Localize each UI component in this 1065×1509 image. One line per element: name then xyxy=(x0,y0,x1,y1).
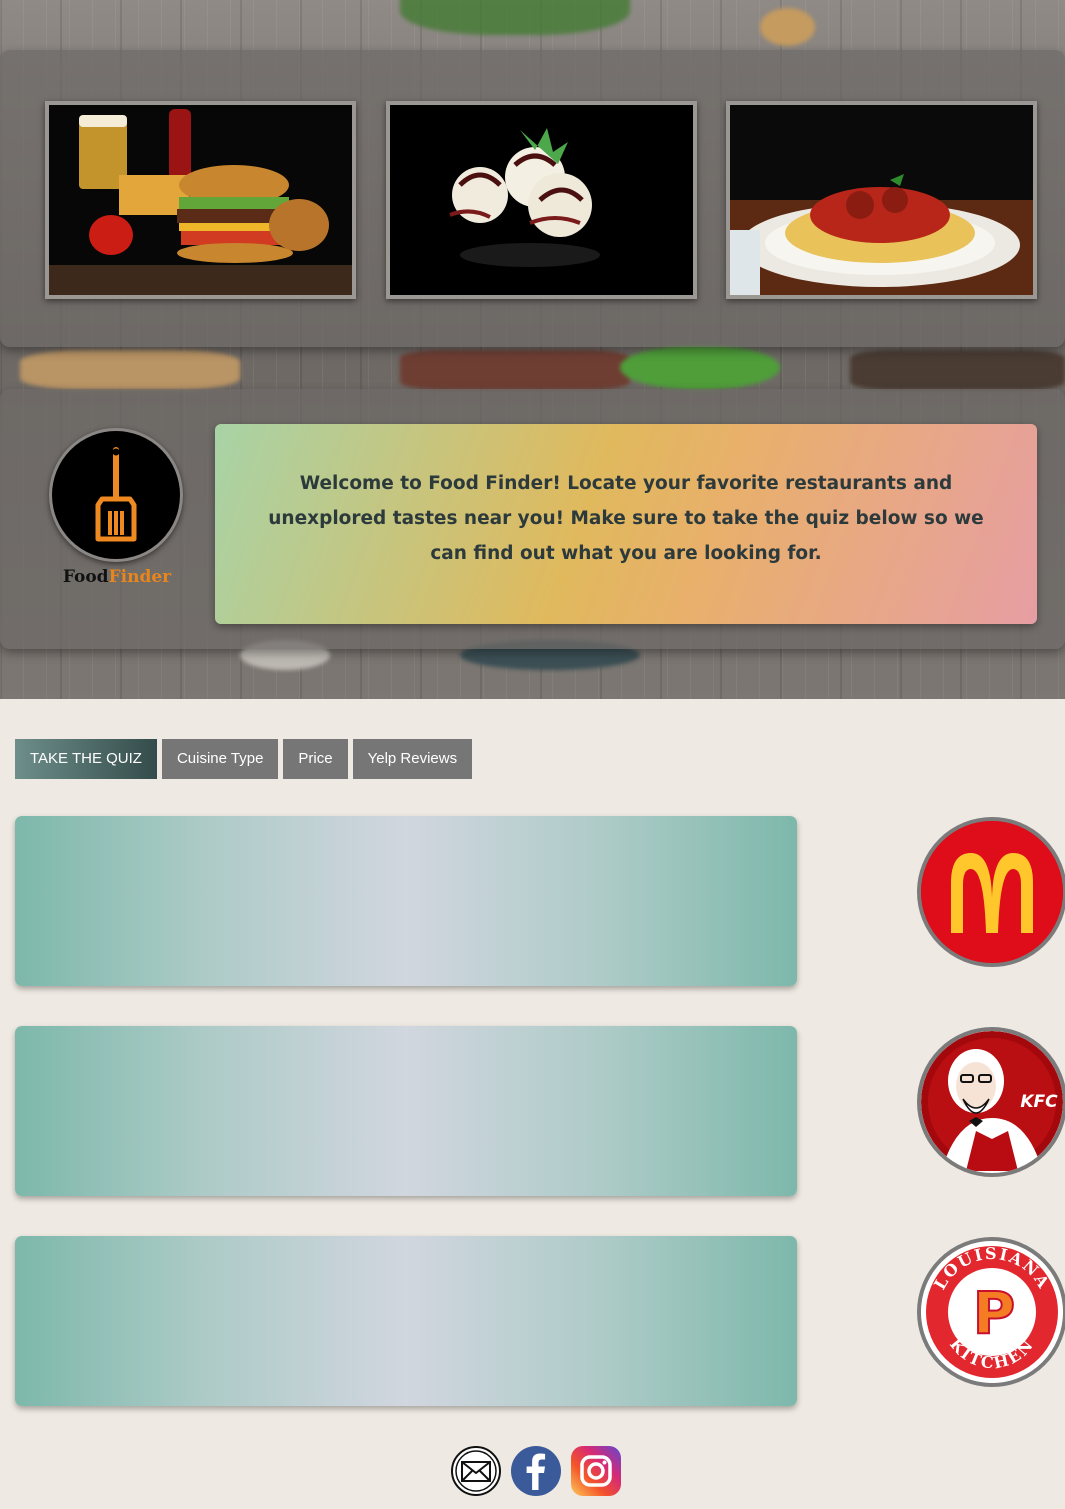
tab-yelp-reviews[interactable]: Yelp Reviews xyxy=(352,739,473,779)
burger-photo xyxy=(45,101,356,299)
kfc-logo[interactable]: KFC xyxy=(917,1027,1065,1177)
facebook-icon[interactable] xyxy=(511,1446,561,1496)
tab-cuisine-type[interactable]: Cuisine Type xyxy=(161,739,279,779)
background-food-blur xyxy=(620,345,780,390)
welcome-message: Welcome to Food Finder! Locate your favo… xyxy=(215,424,1037,624)
mcdonalds-logo[interactable] xyxy=(917,817,1065,967)
ice-cream-photo xyxy=(386,101,697,299)
brand-name: FoodFinder xyxy=(49,567,185,587)
result-card[interactable] xyxy=(15,1026,797,1196)
food-finder-logo[interactable] xyxy=(49,428,183,562)
herb-garnish xyxy=(400,0,630,35)
background-food-blur xyxy=(850,350,1065,390)
mail-icon[interactable] xyxy=(451,1446,501,1496)
instagram-icon[interactable] xyxy=(571,1446,621,1496)
result-card[interactable] xyxy=(15,1236,797,1406)
popeyes-logo[interactable]: LOUISIANA KITCHEN P xyxy=(917,1237,1065,1387)
popeyes-letter: P xyxy=(973,1279,1016,1347)
background-food-blur xyxy=(400,350,630,390)
result-card[interactable] xyxy=(15,816,797,986)
filter-tabs: TAKE THE QUIZ Cuisine Type Price Yelp Re… xyxy=(15,739,473,779)
tab-price[interactable]: Price xyxy=(283,739,348,779)
background-food-blur xyxy=(20,350,240,390)
kfc-text: KFC xyxy=(1020,1092,1058,1112)
cashew-decoration xyxy=(760,8,815,46)
brand-word-food: Food xyxy=(62,567,109,587)
tab-take-the-quiz[interactable]: TAKE THE QUIZ xyxy=(15,739,157,779)
brand-word-finder: Finder xyxy=(108,567,172,587)
spaghetti-photo xyxy=(726,101,1037,299)
spatula-icon xyxy=(95,447,137,542)
